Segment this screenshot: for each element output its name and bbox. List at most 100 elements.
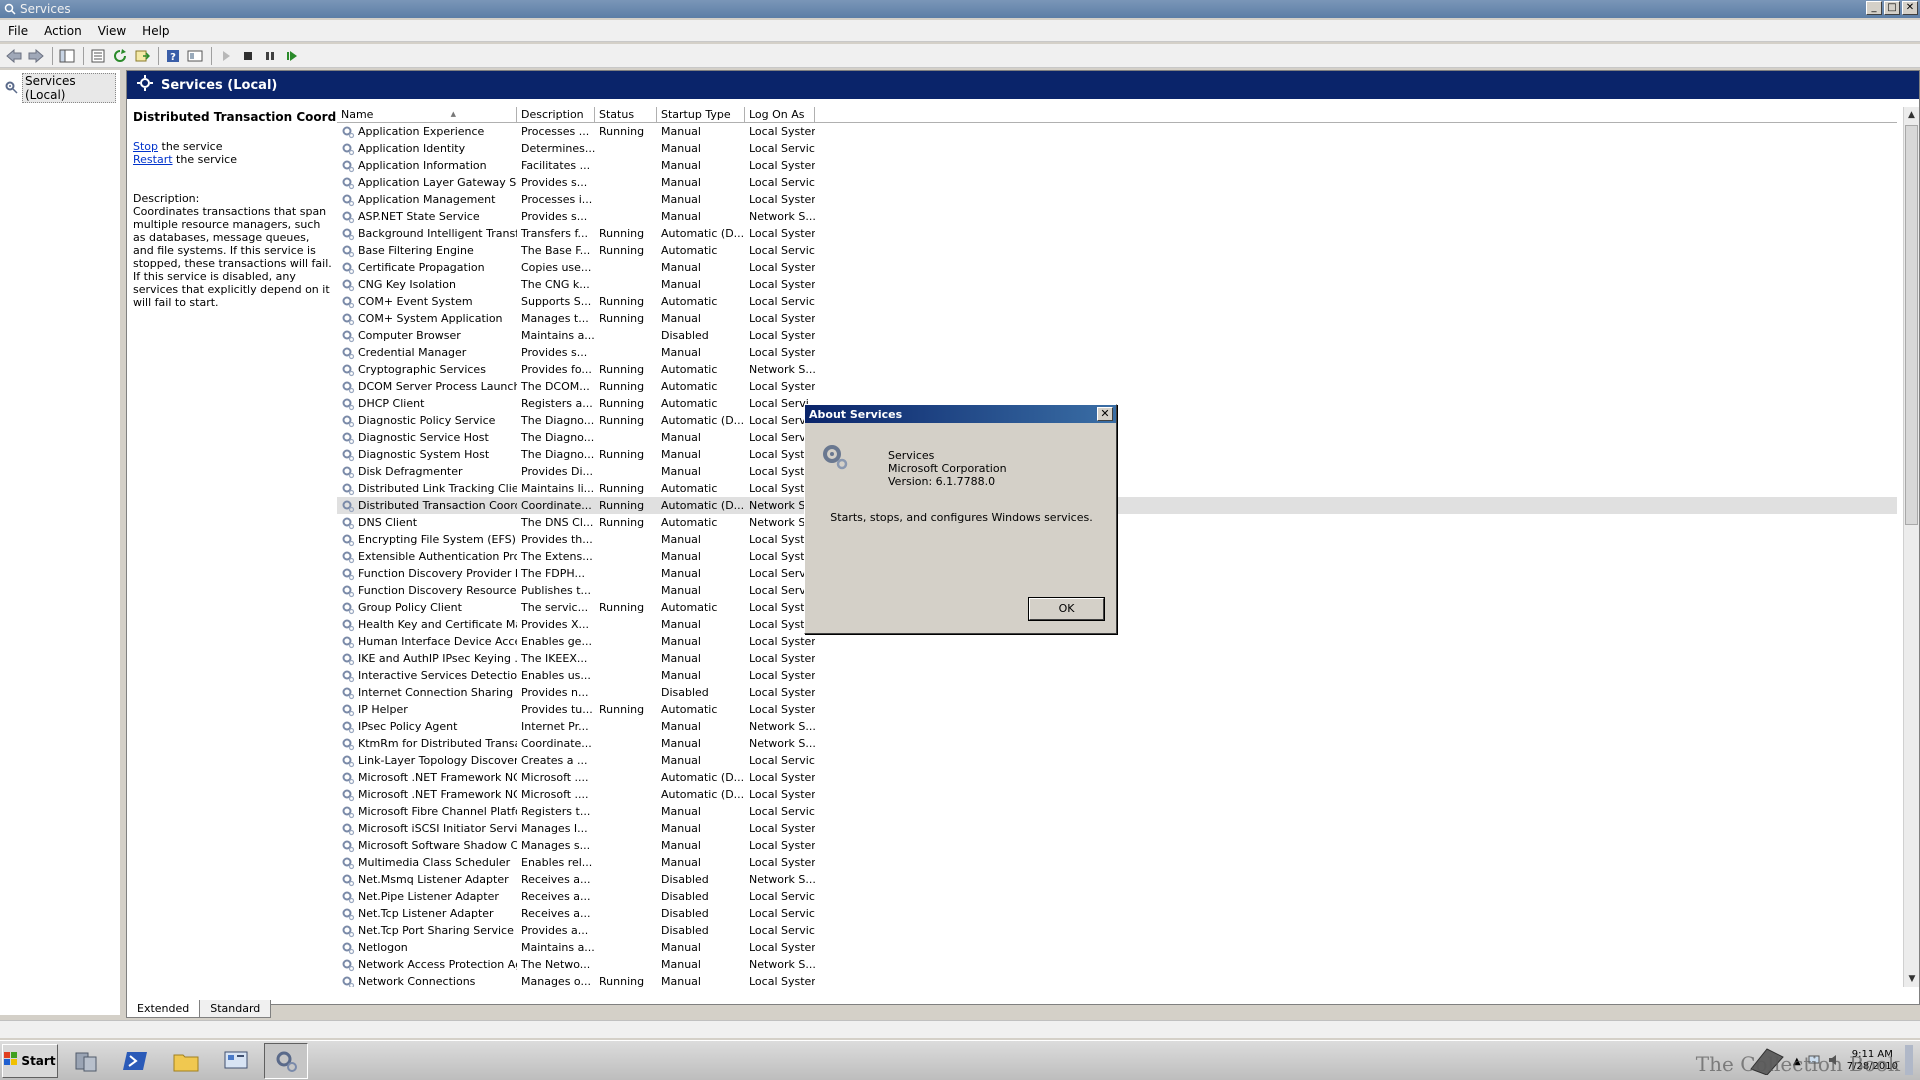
tree-item-services-local[interactable]: Services (Local) bbox=[0, 70, 120, 106]
table-row[interactable]: Health Key and Certificate Ma... Provides… bbox=[337, 616, 1897, 633]
vertical-scrollbar[interactable]: ▲ ▼ bbox=[1903, 107, 1919, 987]
table-row[interactable]: Interactive Services Detection Enables us… bbox=[337, 667, 1897, 684]
pause-service-icon[interactable] bbox=[260, 46, 280, 66]
powershell-icon[interactable] bbox=[114, 1043, 158, 1079]
table-row[interactable]: Net.Tcp Port Sharing Service Provides a..… bbox=[337, 922, 1897, 939]
column-header-name[interactable]: Name ▲ bbox=[337, 107, 517, 122]
column-header-startup-type[interactable]: Startup Type bbox=[657, 107, 745, 122]
start-service-icon[interactable] bbox=[216, 46, 236, 66]
table-row[interactable]: Net.Msmq Listener Adapter Receives a... Di… bbox=[337, 871, 1897, 888]
column-header-status[interactable]: Status bbox=[595, 107, 657, 122]
table-row[interactable]: Microsoft .NET Framework NG... Microsoft … bbox=[337, 769, 1897, 786]
tab-extended[interactable]: Extended bbox=[126, 1000, 201, 1018]
scroll-thumb[interactable] bbox=[1905, 125, 1918, 525]
table-row[interactable]: IP Helper Provides tu... Running Automatic L… bbox=[337, 701, 1897, 718]
show-hide-tree-icon[interactable] bbox=[57, 46, 77, 66]
export-list-icon[interactable] bbox=[132, 46, 152, 66]
help-icon[interactable]: ? bbox=[163, 46, 183, 66]
table-row[interactable]: Application Layer Gateway Se... Provides … bbox=[337, 174, 1897, 191]
table-row[interactable]: Function Discovery Resource ... Publishes… bbox=[337, 582, 1897, 599]
service-status: Running bbox=[599, 414, 645, 427]
refresh-icon[interactable] bbox=[110, 46, 130, 66]
menu-help[interactable]: Help bbox=[134, 24, 177, 38]
column-header-description[interactable]: Description bbox=[517, 107, 595, 122]
restart-service-link[interactable]: Restart bbox=[133, 153, 173, 166]
start-button[interactable]: Start bbox=[2, 1043, 58, 1078]
service-gear-icon bbox=[341, 941, 355, 955]
server-manager-icon[interactable] bbox=[64, 1043, 108, 1079]
menu-file[interactable]: File bbox=[0, 24, 36, 38]
table-row[interactable]: COM+ Event System Supports S... Running Aut… bbox=[337, 293, 1897, 310]
service-gear-icon bbox=[341, 533, 355, 547]
table-row[interactable]: Net.Tcp Listener Adapter Receives a... Dis… bbox=[337, 905, 1897, 922]
table-row[interactable]: IKE and AuthIP IPsec Keying ... The IKEEX… bbox=[337, 650, 1897, 667]
table-row[interactable]: Microsoft iSCSI Initiator Service Manages… bbox=[337, 820, 1897, 837]
table-row[interactable]: Credential Manager Provides s... Manual Loc… bbox=[337, 344, 1897, 361]
table-row[interactable]: Application Information Facilitates ... Ma… bbox=[337, 157, 1897, 174]
dialog-close-button[interactable]: ✕ bbox=[1097, 407, 1113, 421]
pane-header: Services (Local) bbox=[127, 71, 1919, 99]
column-header-log-on-as[interactable]: Log On As bbox=[745, 107, 815, 122]
close-button[interactable]: ✕ bbox=[1902, 1, 1918, 15]
table-row[interactable]: Base Filtering Engine The Base F... Runnin… bbox=[337, 242, 1897, 259]
forward-arrow-icon[interactable] bbox=[26, 46, 46, 66]
table-row[interactable]: KtmRm for Distributed Transa... Coordinat… bbox=[337, 735, 1897, 752]
service-status: Running bbox=[599, 703, 645, 716]
service-name: Multimedia Class Scheduler bbox=[337, 854, 517, 871]
table-row[interactable]: CNG Key Isolation The CNG k... Manual Local… bbox=[337, 276, 1897, 293]
table-row[interactable]: Diagnostic System Host The Diagno... Runni… bbox=[337, 446, 1897, 463]
table-row[interactable]: Group Policy Client The servic... Running A… bbox=[337, 599, 1897, 616]
table-row[interactable]: Microsoft .NET Framework NG... Microsoft … bbox=[337, 786, 1897, 803]
table-row[interactable]: Network Access Protection Ag... The Netwo… bbox=[337, 956, 1897, 973]
minimize-button[interactable]: _ bbox=[1866, 1, 1882, 15]
table-row[interactable]: Human Interface Device Access Enables ge.… bbox=[337, 633, 1897, 650]
table-row[interactable]: Application Management Processes i... Manu… bbox=[337, 191, 1897, 208]
table-row[interactable]: Netlogon Maintains a... Manual Local System bbox=[337, 939, 1897, 956]
restart-service-icon[interactable] bbox=[282, 46, 302, 66]
scroll-down-icon[interactable]: ▼ bbox=[1904, 971, 1920, 987]
table-row[interactable]: Background Intelligent Transf... Transfer… bbox=[337, 225, 1897, 242]
table-row[interactable]: Multimedia Class Scheduler Enables rel...… bbox=[337, 854, 1897, 871]
menu-action[interactable]: Action bbox=[36, 24, 90, 38]
service-name: Netlogon bbox=[337, 939, 517, 956]
table-row[interactable]: Network Connections Manages o... Running Ma… bbox=[337, 973, 1897, 987]
file-explorer-icon[interactable] bbox=[164, 1043, 208, 1079]
table-row[interactable]: Microsoft Software Shadow C... Manages s.… bbox=[337, 837, 1897, 854]
service-description: Provides a... bbox=[521, 924, 589, 937]
view-icon[interactable] bbox=[185, 46, 205, 66]
table-row[interactable]: Internet Connection Sharing (... Provides… bbox=[337, 684, 1897, 701]
table-row[interactable]: Encrypting File System (EFS) Provides th.… bbox=[337, 531, 1897, 548]
back-arrow-icon[interactable] bbox=[4, 46, 24, 66]
table-row[interactable]: Distributed Link Tracking Client Maintain… bbox=[337, 480, 1897, 497]
scroll-up-icon[interactable]: ▲ bbox=[1904, 107, 1919, 123]
control-panel-icon[interactable] bbox=[214, 1043, 258, 1079]
table-row[interactable]: Net.Pipe Listener Adapter Receives a... Di… bbox=[337, 888, 1897, 905]
ok-button[interactable]: OK bbox=[1028, 597, 1105, 621]
table-row[interactable]: COM+ System Application Manages t... Runni… bbox=[337, 310, 1897, 327]
table-row[interactable]: Application Experience Processes ... Runni… bbox=[337, 123, 1897, 140]
properties-icon[interactable] bbox=[88, 46, 108, 66]
table-row[interactable]: Microsoft Fibre Channel Platfo... Registe… bbox=[337, 803, 1897, 820]
table-row[interactable]: Link-Layer Topology Discover... Creates a… bbox=[337, 752, 1897, 769]
service-log-on-as: Local System bbox=[749, 125, 815, 138]
table-row[interactable]: Extensible Authentication Pro... The Exte… bbox=[337, 548, 1897, 565]
stop-service-link[interactable]: Stop bbox=[133, 140, 158, 153]
table-row[interactable]: IPsec Policy Agent Internet Pr... Manual Ne… bbox=[337, 718, 1897, 735]
table-row[interactable]: DCOM Server Process Launcher The DCOM... R… bbox=[337, 378, 1897, 395]
table-row[interactable]: ASP.NET State Service Provides s... Manual… bbox=[337, 208, 1897, 225]
show-desktop-icon[interactable] bbox=[1904, 1044, 1914, 1078]
table-row[interactable]: Certificate Propagation Copies use... Manu… bbox=[337, 259, 1897, 276]
maximize-button[interactable]: □ bbox=[1884, 1, 1900, 15]
stop-service-icon[interactable] bbox=[238, 46, 258, 66]
table-row[interactable]: Computer Browser Maintains a... Disabled Lo… bbox=[337, 327, 1897, 344]
services-taskbar-icon[interactable] bbox=[264, 1042, 308, 1079]
table-row[interactable]: Application Identity Determines... Manual L… bbox=[337, 140, 1897, 157]
table-row[interactable]: Function Discovery Provider H... The FDPH… bbox=[337, 565, 1897, 582]
table-row[interactable]: DHCP Client Registers a... Running Automati… bbox=[337, 395, 1897, 412]
menu-view[interactable]: View bbox=[90, 24, 134, 38]
table-row[interactable]: Diagnostic Service Host The Diagno... Manu… bbox=[337, 429, 1897, 446]
table-row[interactable]: Diagnostic Policy Service The Diagno... Ru… bbox=[337, 412, 1897, 429]
table-row[interactable]: Cryptographic Services Provides fo... Runn… bbox=[337, 361, 1897, 378]
table-row[interactable]: Disk Defragmenter Provides Di... Manual Loc… bbox=[337, 463, 1897, 480]
tab-standard[interactable]: Standard bbox=[199, 1000, 272, 1018]
